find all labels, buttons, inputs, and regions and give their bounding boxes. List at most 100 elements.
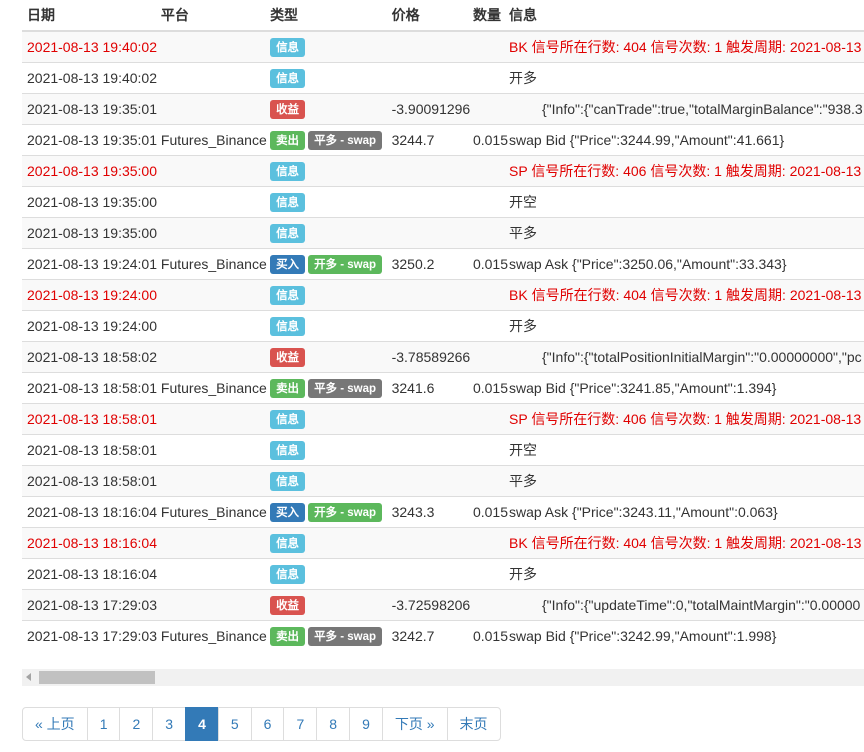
cell-type: 信息 xyxy=(265,465,387,497)
cell-type: 买入 开多 - swap xyxy=(265,496,387,528)
cell-date: 2021-08-13 19:40:02 xyxy=(22,62,157,94)
cell-info: 开多 xyxy=(504,62,864,94)
cell-platform xyxy=(155,310,266,342)
pagination-page-6[interactable]: 6 xyxy=(250,707,285,741)
type-badge-profit: 收益 xyxy=(270,595,306,615)
table-row: 2021-08-13 18:58:01 信息 平多 xyxy=(22,465,864,497)
cell-amount xyxy=(467,341,504,373)
header-type: 类型 xyxy=(265,0,387,32)
cell-info: {"Info":{"updateTime":0,"totalMaintMargi… xyxy=(504,589,864,621)
type-badge-info: 信息 xyxy=(270,564,306,584)
cell-price xyxy=(386,310,468,342)
cell-date: 2021-08-13 18:58:01 xyxy=(22,372,157,404)
table-row: 2021-08-13 19:35:00 信息 SP 信号所在行数: 406 信号次数… xyxy=(22,155,864,187)
cell-price xyxy=(386,434,468,466)
pagination-page-3[interactable]: 3 xyxy=(152,707,187,741)
table-row: 2021-08-13 19:40:02 信息 BK 信号所在行数: 404 信号次数… xyxy=(22,30,864,63)
cell-type: 信息 xyxy=(265,30,387,63)
table-row: 2021-08-13 19:35:00 信息 平多 xyxy=(22,217,864,249)
cell-platform xyxy=(155,527,266,559)
cell-platform: Futures_Binance xyxy=(155,248,267,280)
cell-platform xyxy=(155,465,266,497)
type-badge-info: 信息 xyxy=(270,68,306,88)
cell-type: 信息 xyxy=(265,310,387,342)
pagination: « 上页 1 2 3 4 5 6 7 8 9 下页 » 末页 xyxy=(22,707,501,741)
cell-amount xyxy=(467,30,504,63)
cell-info: 开多 xyxy=(504,558,864,590)
cell-amount: 0.015 xyxy=(467,620,508,651)
cell-amount xyxy=(467,465,504,497)
cell-date: 2021-08-13 19:35:00 xyxy=(22,155,157,187)
cell-type: 信息 xyxy=(265,217,387,249)
cell-amount: 0.015 xyxy=(467,372,508,404)
cell-date: 2021-08-13 18:16:04 xyxy=(22,558,157,590)
cell-platform xyxy=(155,62,266,94)
cell-amount: 0.015 xyxy=(467,248,508,280)
scrollbar-thumb[interactable] xyxy=(39,671,155,684)
cell-info: BK 信号所在行数: 404 信号次数: 1 触发周期: 2021-08-13 … xyxy=(504,30,864,63)
type-badge-info: 信息 xyxy=(270,285,306,305)
cell-price xyxy=(386,279,468,311)
cell-date: 2021-08-13 17:29:03 xyxy=(22,620,157,651)
pagination-next-button[interactable]: 下页 » xyxy=(381,707,448,741)
cell-type: 信息 xyxy=(265,155,387,187)
cell-type: 信息 xyxy=(265,62,387,94)
cell-amount: 0.015 xyxy=(467,496,508,528)
cell-platform xyxy=(155,155,266,187)
cell-price xyxy=(386,558,468,590)
pagination-page-1[interactable]: 1 xyxy=(86,707,121,741)
pagination-page-8[interactable]: 8 xyxy=(316,707,351,741)
type-badge-info: 信息 xyxy=(270,533,306,553)
cell-price: -3.78589266 xyxy=(386,341,470,373)
pagination-page-7[interactable]: 7 xyxy=(283,707,318,741)
cell-type: 收益 xyxy=(265,589,387,621)
table-row: 2021-08-13 18:58:01 Futures_Binance 卖出 平多 -… xyxy=(22,372,864,404)
cell-date: 2021-08-13 18:16:04 xyxy=(22,527,157,559)
table-row: 2021-08-13 18:58:01 信息 SP 信号所在行数: 406 信号次数… xyxy=(22,403,864,435)
cell-date: 2021-08-13 19:35:01 xyxy=(22,124,157,156)
table-row: 2021-08-13 18:58:01 信息 开空 xyxy=(22,434,864,466)
cell-amount xyxy=(467,155,504,187)
cell-info: 平多 xyxy=(504,217,864,249)
pagination-page-9[interactable]: 9 xyxy=(349,707,383,741)
pagination-last-button[interactable]: 末页 xyxy=(446,707,501,741)
cell-price: -3.72598206 xyxy=(386,589,470,621)
cell-date: 2021-08-13 18:58:02 xyxy=(22,341,157,373)
cell-date: 2021-08-13 19:24:00 xyxy=(22,279,157,311)
cell-type: 信息 xyxy=(265,558,387,590)
cell-date: 2021-08-13 19:40:02 xyxy=(22,30,157,63)
cell-amount xyxy=(467,589,504,621)
cell-type: 卖出 平多 - swap xyxy=(265,372,387,404)
cell-platform xyxy=(155,279,266,311)
scroll-left-arrow-icon[interactable] xyxy=(26,673,31,681)
type-badge-info: 信息 xyxy=(270,223,306,243)
cell-type: 信息 xyxy=(265,279,387,311)
cell-platform xyxy=(155,186,266,218)
cell-platform: Futures_Binance xyxy=(155,496,267,528)
cell-price xyxy=(386,30,468,63)
cell-amount xyxy=(467,558,504,590)
pagination-page-4[interactable]: 4 xyxy=(185,707,219,741)
type-badge-profit: 收益 xyxy=(270,99,306,119)
cell-platform: Futures_Binance xyxy=(155,124,267,156)
header-platform: 平台 xyxy=(155,0,266,32)
cell-platform xyxy=(155,589,266,621)
table-row: 2021-08-13 17:29:03 Futures_Binance 卖出 平多 -… xyxy=(22,620,864,651)
cell-amount xyxy=(467,310,504,342)
table-row: 2021-08-13 19:35:00 信息 开空 xyxy=(22,186,864,218)
pagination-prev-button[interactable]: « 上页 xyxy=(22,707,88,741)
horizontal-scrollbar[interactable] xyxy=(22,669,864,686)
type-badge-info: 信息 xyxy=(270,192,306,212)
type-badge-sell: 卖出 xyxy=(270,378,306,398)
cell-info: BK 信号所在行数: 404 信号次数: 1 触发周期: 2021-08-13 … xyxy=(504,527,864,559)
pagination-page-2[interactable]: 2 xyxy=(119,707,154,741)
pagination-page-5[interactable]: 5 xyxy=(217,707,252,741)
cell-amount xyxy=(467,93,504,125)
direction-badge: 平多 - swap xyxy=(308,130,383,150)
cell-amount xyxy=(467,403,504,435)
cell-date: 2021-08-13 19:24:01 xyxy=(22,248,157,280)
cell-price xyxy=(386,155,468,187)
cell-type: 卖出 平多 - swap xyxy=(265,620,387,651)
cell-info: SP 信号所在行数: 406 信号次数: 1 触发周期: 2021-08-13 … xyxy=(504,155,864,187)
cell-platform xyxy=(155,558,266,590)
